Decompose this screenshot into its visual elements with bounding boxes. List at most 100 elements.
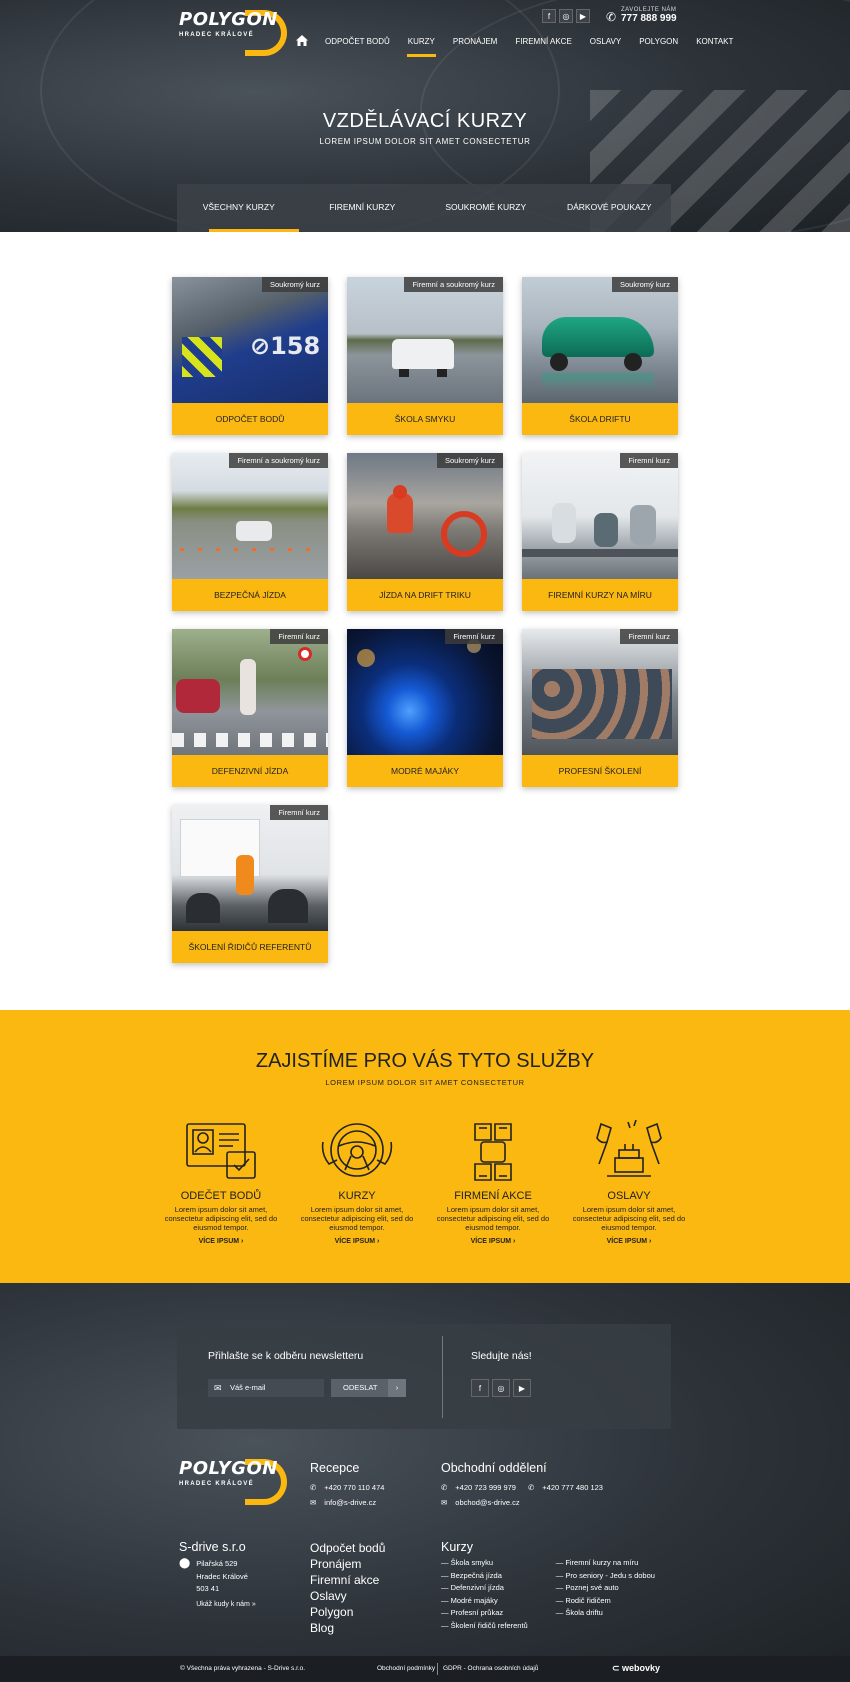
footer-course-link[interactable]: — Profesní průkaz (441, 1607, 528, 1620)
footer-link[interactable]: Blog (310, 1620, 385, 1636)
company-name: S-drive s.r.o (179, 1540, 246, 1554)
logo-word: POLYGON (179, 1458, 278, 1479)
reception-column: Recepce ✆ +420 770 110 474 ✉ info@s-drive.… (310, 1461, 384, 1510)
course-card[interactable]: Firemní a soukromý kurz BEZPEČNÁ JÍZDA (172, 453, 328, 611)
course-card[interactable]: ⊘158 Soukromý kurz ODPOČET BODŮ (172, 277, 328, 435)
nav-polygon[interactable]: POLYGON (630, 33, 687, 57)
facebook-icon[interactable]: f (542, 9, 556, 23)
course-card[interactable]: Firemní kurz FIREMNÍ KURZY NA MÍRU (522, 453, 678, 611)
footer-logo[interactable]: POLYGON HRADEC KRÁLOVÉ (179, 1458, 287, 1505)
phone-icon: ✆ (606, 10, 617, 24)
service-title: OSLAVY (607, 1190, 651, 1202)
sales-email[interactable]: ✉ obchod@s-drive.cz (441, 1495, 603, 1510)
footer-course-link[interactable]: — Rodič řidičem (556, 1595, 655, 1608)
follow-title: Sledujte nás! (471, 1350, 532, 1362)
course-label: JÍZDA NA DRIFT TRIKU (379, 590, 471, 600)
reception-phone[interactable]: ✆ +420 770 110 474 (310, 1480, 384, 1495)
logo[interactable]: POLYGON HRADEC KRÁLOVÉ (179, 10, 287, 56)
course-card[interactable]: Firemní kurz ŠKOLENÍ ŘIDIČŮ REFERENTŮ (172, 805, 328, 963)
gdpr-link[interactable]: GDPR - Ochrana osobních údajů (443, 1665, 538, 1672)
service-text: Lorem ipsum dolor sit amet, consectetur … (300, 1205, 414, 1232)
phone-icon: ✆ (310, 1483, 317, 1492)
footer-course-link[interactable]: — Školení řidičů referentů (441, 1620, 528, 1633)
footer-link[interactable]: Firemní akce (310, 1572, 385, 1588)
service-more-link[interactable]: VÍCE IPSUM › (156, 1238, 286, 1245)
footer-course-link[interactable]: — Poznej své auto (556, 1582, 655, 1595)
footer-course-link[interactable]: — Pro seniory - Jedu s dobou (556, 1570, 655, 1583)
divider (442, 1336, 443, 1418)
home-icon[interactable] (296, 33, 316, 57)
youtube-icon[interactable]: ▶ (576, 9, 590, 23)
course-card[interactable]: Firemní kurz MODRÉ MAJÁKY (347, 629, 503, 787)
tab-soukrome-kurzy[interactable]: SOUKROMÉ KURZY (424, 184, 548, 232)
footer-course-link[interactable]: — Škola smyku (441, 1557, 528, 1570)
facebook-icon[interactable]: f (471, 1379, 489, 1397)
company-zip: 503 41 (196, 1584, 220, 1593)
course-card[interactable]: Soukromý kurz ŠKOLA DRIFTU (522, 277, 678, 435)
services-title: ZAJISTÍME PRO VÁS TYTO SLUŽBY (255, 1050, 595, 1072)
course-card[interactable]: Firemní kurz PROFESNÍ ŠKOLENÍ (522, 629, 678, 787)
footer-course-link[interactable]: — Modré majáky (441, 1595, 528, 1608)
hands-icon (474, 1123, 512, 1181)
page-subtitle: LOREM IPSUM DOLOR SIT AMET CONSECTETUR (319, 137, 531, 146)
header-phone[interactable]: ✆ ZAVOLEJTE NÁM 777 888 999 (606, 7, 677, 24)
course-image: Firemní kurz (522, 629, 678, 755)
service-more-link[interactable]: VÍCE IPSUM › (428, 1238, 558, 1245)
instagram-icon[interactable]: ◎ (492, 1379, 510, 1397)
footer-course-link[interactable]: — Firemní kurzy na míru (556, 1557, 655, 1570)
footer-course-link[interactable]: — Bezpečná jízda (441, 1570, 528, 1583)
tab-firemni-kurzy[interactable]: FIREMNÍ KURZY (301, 184, 425, 232)
course-label: MODRÉ MAJÁKY (390, 766, 459, 776)
phone-number: 777 888 999 (621, 13, 677, 24)
footer-link[interactable]: Odpočet bodů (310, 1540, 385, 1556)
footer-course-link[interactable]: — Škola driftu (556, 1607, 655, 1620)
nav-odpocet-bodu[interactable]: ODPOČET BODŮ (316, 33, 399, 57)
service-more-link[interactable]: VÍCE IPSUM › (292, 1238, 422, 1245)
cake-icon (596, 1120, 662, 1177)
map-pin-icon: ⬤ (179, 1558, 191, 1569)
terms-link[interactable]: Obchodní podmínky (377, 1665, 435, 1672)
footer-link[interactable]: Polygon (310, 1604, 385, 1620)
service-title: KURZY (338, 1190, 376, 1202)
course-label: ODPOČET BODŮ (215, 414, 285, 424)
mail-icon: ✉ (441, 1498, 448, 1507)
tab-vsechny-kurzy[interactable]: VŠECHNY KURZY (177, 184, 301, 232)
course-tag: Firemní a soukromý kurz (229, 453, 328, 468)
course-card[interactable]: Firemní a soukromý kurz ŠKOLA SMYKU (347, 277, 503, 435)
sales-phone-2[interactable]: ✆ +420 777 480 123 (528, 1480, 603, 1495)
company-city: Hradec Králové (196, 1571, 248, 1581)
nav-kontakt[interactable]: KONTAKT (687, 33, 742, 57)
mail-icon: ✉ (310, 1498, 317, 1507)
footer-link[interactable]: Oslavy (310, 1588, 385, 1604)
email-input[interactable]: ✉ Váš e-mail (208, 1379, 324, 1397)
subscribe-button[interactable]: ODESLAT › (331, 1379, 406, 1397)
nav-kurzy[interactable]: KURZY (399, 33, 444, 57)
course-card[interactable]: Firemní kurz DEFENZIVNÍ JÍZDA (172, 629, 328, 787)
nav-oslavy[interactable]: OSLAVY (581, 33, 630, 57)
map-link[interactable]: Ukáž kudy k nám » (196, 1599, 256, 1612)
sales-phone-1[interactable]: ✆ +420 723 999 979 (441, 1480, 516, 1495)
course-image: Firemní kurz (347, 629, 503, 755)
service-more-link[interactable]: VÍCE IPSUM › (564, 1238, 694, 1245)
course-tag: Firemní kurz (270, 805, 328, 820)
course-tag: Firemní kurz (620, 629, 678, 644)
footer-link[interactable]: Pronájem (310, 1556, 385, 1572)
service-item: FIRMENÍ AKCE Lorem ipsum dolor sit amet,… (428, 1120, 558, 1245)
newsletter-title: Přihlašte se k odběru newsletteru (208, 1350, 364, 1362)
tab-darkove-poukazy[interactable]: DÁRKOVÉ POUKAZY (548, 184, 672, 232)
footer-course-link[interactable]: — Defenzivní jízda (441, 1582, 528, 1595)
service-item: KURZY Lorem ipsum dolor sit amet, consec… (292, 1120, 422, 1245)
youtube-icon[interactable]: ▶ (513, 1379, 531, 1397)
course-image: ⊘158 Soukromý kurz (172, 277, 328, 403)
webovky-logo[interactable]: ⊂ webovky (612, 1663, 660, 1674)
nav-firemni-akce[interactable]: FIREMNÍ AKCE (506, 33, 580, 57)
course-card[interactable]: Soukromý kurz JÍZDA NA DRIFT TRIKU (347, 453, 503, 611)
instagram-icon[interactable]: ◎ (559, 9, 573, 23)
nav-pronajem[interactable]: PRONÁJEM (444, 33, 506, 57)
course-label: PROFESNÍ ŠKOLENÍ (558, 766, 642, 776)
course-image: Soukromý kurz (347, 453, 503, 579)
course-label: BEZPEČNÁ JÍZDA (214, 590, 286, 600)
reception-email[interactable]: ✉ info@s-drive.cz (310, 1495, 384, 1510)
phone-icon: ✆ (527, 1483, 535, 1492)
service-text: Lorem ipsum dolor sit amet, consectetur … (436, 1205, 550, 1232)
